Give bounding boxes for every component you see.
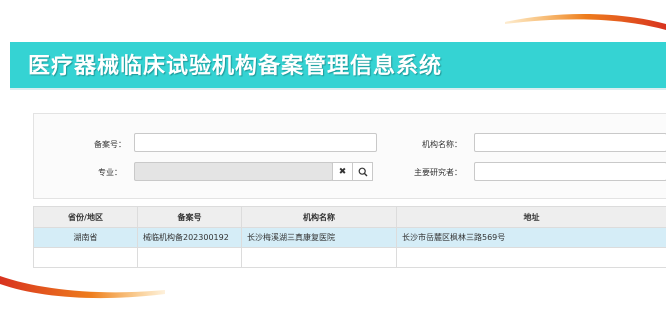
institution-name-label: 机构名称： (422, 140, 462, 149)
table-row-empty (33, 247, 666, 268)
cell-address: 长沙市岳麓区枫林三路569号 (396, 227, 666, 248)
clear-icon: ✖ (338, 166, 347, 177)
institution-table: 省份/地区 备案号 机构名称 地址 湖南省 械临机构备202300192 长沙梅… (33, 206, 666, 268)
record-no-input[interactable] (134, 133, 377, 152)
search-panel: 备案号： 机构名称： 专业： ✖ 主要研究者： (33, 113, 666, 199)
specialty-select[interactable] (134, 162, 333, 181)
cell-record-no: 械临机构备202300192 (137, 227, 242, 248)
specialty-label: 专业： (98, 168, 122, 177)
empty-cell (33, 247, 138, 268)
system-header-banner: 医疗器械临床试验机构备案管理信息系统 (10, 42, 666, 88)
investigator-input[interactable] (474, 162, 666, 181)
record-no-label: 备案号： (94, 140, 126, 149)
column-header-province[interactable]: 省份/地区 (33, 206, 138, 228)
clear-specialty-button[interactable]: ✖ (332, 162, 353, 181)
column-header-address[interactable]: 地址 (396, 206, 666, 228)
system-title: 医疗器械临床试验机构备案管理信息系统 (28, 53, 443, 79)
search-specialty-button[interactable] (352, 162, 373, 181)
table-row[interactable]: 湖南省 械临机构备202300192 长沙梅溪湖三真康复医院 长沙市岳麓区枫林三… (33, 227, 666, 248)
empty-cell (396, 247, 666, 268)
empty-cell (241, 247, 397, 268)
institution-name-input[interactable] (474, 133, 666, 152)
search-icon (358, 167, 367, 176)
investigator-label: 主要研究者： (414, 168, 462, 177)
table-header-row: 省份/地区 备案号 机构名称 地址 (33, 206, 666, 228)
cell-province: 湖南省 (33, 227, 138, 248)
decorative-swoosh-top (505, 14, 666, 30)
column-header-institution-name[interactable]: 机构名称 (241, 206, 397, 228)
cell-institution-name: 长沙梅溪湖三真康复医院 (241, 227, 397, 248)
empty-cell (137, 247, 242, 268)
decorative-swoosh-bottom (0, 276, 165, 299)
header-divider (10, 88, 666, 90)
column-header-record-no[interactable]: 备案号 (137, 206, 242, 228)
